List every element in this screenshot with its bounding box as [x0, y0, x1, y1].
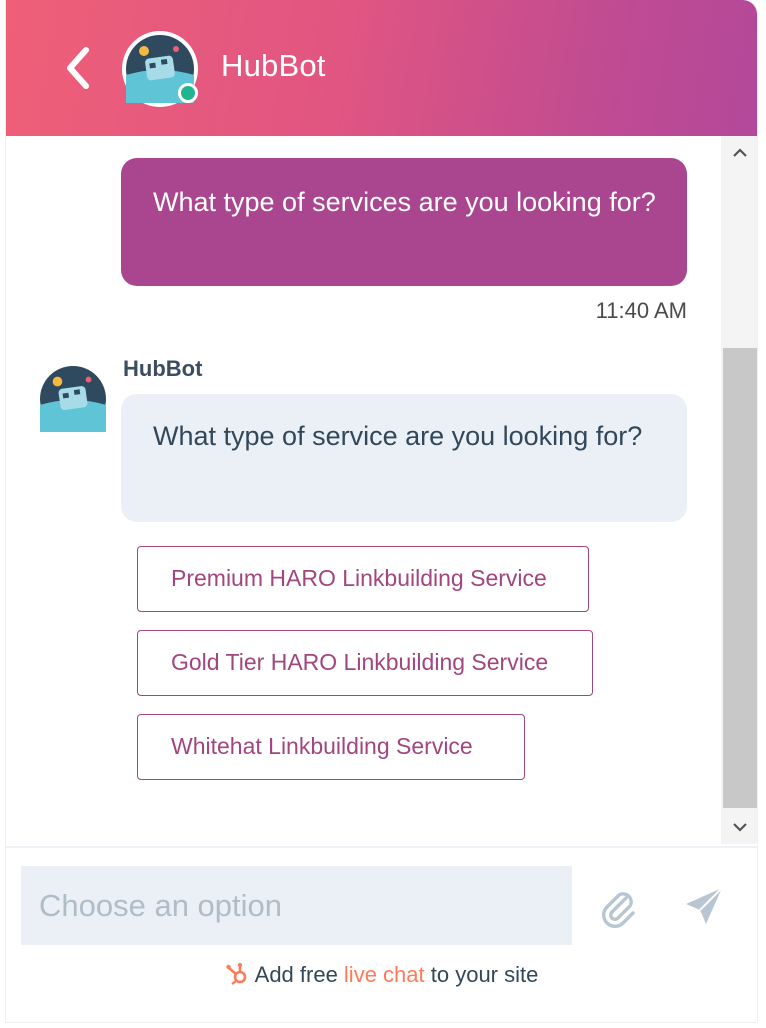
- send-button[interactable]: [682, 884, 726, 928]
- chevron-down-icon[interactable]: [731, 818, 749, 836]
- user-message-bubble: What type of services are you looking fo…: [121, 158, 687, 286]
- bot-message-avatar: [40, 366, 106, 432]
- quick-reply-option[interactable]: Premium HARO Linkbuilding Service: [137, 546, 589, 612]
- bot-avatar-icon: [40, 366, 106, 432]
- hubspot-sprocket-icon: [225, 963, 246, 985]
- header-title: HubBot: [221, 48, 326, 83]
- footer-suffix: to your site: [424, 962, 539, 987]
- bot-message-bubble: What type of service are you looking for…: [121, 394, 687, 522]
- header-avatar: [122, 31, 198, 107]
- online-status-dot: [178, 83, 198, 103]
- quick-reply-option[interactable]: Whitehat Linkbuilding Service: [137, 714, 525, 780]
- paperclip-icon: [602, 892, 635, 928]
- live-chat-link[interactable]: live chat: [344, 962, 425, 987]
- attach-button[interactable]: [598, 886, 638, 928]
- chevron-left-icon: [67, 47, 89, 89]
- message-input[interactable]: [21, 866, 572, 945]
- powered-by-footer: Add free live chat to your site: [6, 962, 757, 988]
- chevron-up-icon[interactable]: [731, 144, 749, 162]
- chat-widget: HubBot What type of services are you loo…: [6, 0, 757, 1022]
- send-icon: [686, 887, 723, 924]
- back-button[interactable]: [56, 40, 106, 96]
- composer-divider: [6, 846, 757, 848]
- scrollbar-thumb[interactable]: [723, 348, 757, 808]
- footer-prefix: Add free: [254, 962, 344, 987]
- message-timestamp: 11:40 AM: [595, 298, 687, 323]
- message-scrollbar[interactable]: [721, 136, 757, 844]
- bot-sender-name: HubBot: [123, 356, 203, 381]
- chat-header: HubBot: [6, 0, 757, 136]
- quick-reply-option[interactable]: Gold Tier HARO Linkbuilding Service: [137, 630, 593, 696]
